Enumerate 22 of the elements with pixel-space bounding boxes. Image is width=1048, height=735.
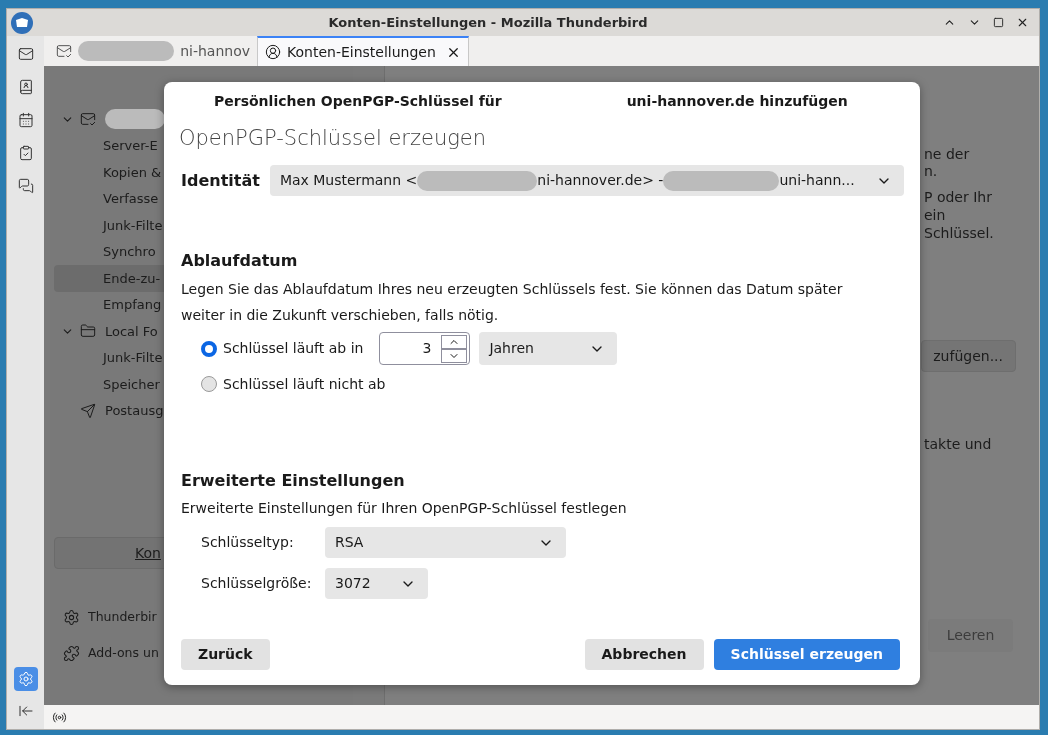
section-heading: Ablaufdatum bbox=[181, 250, 299, 271]
description-text: ne der n. bbox=[923, 146, 971, 180]
section-description: Erweiterte Einstellungen für Ihren OpenPGP-Schlüssel festlegen bbox=[181, 499, 628, 518]
tab-label: Konten-Einstellungen bbox=[287, 42, 436, 62]
tab-label: ni-hannov bbox=[180, 41, 250, 61]
dialog-heading: Persönlichen OpenPGP-Schlüssel für bbox=[214, 91, 502, 111]
dialog-title: OpenPGP-Schlüssel erzeugen bbox=[179, 125, 488, 152]
tree-label: Local Fo bbox=[105, 322, 158, 341]
field-label: Identität bbox=[181, 169, 260, 192]
dialog-heading: uni-hannover.de hinzufügen bbox=[626, 91, 848, 111]
section-heading: Erweiterte Einstellungen bbox=[181, 470, 406, 491]
section-description: Legen Sie das Ablaufdatum Ihres neu erzeugten Schlüssels fest. Sie können das Datum später weiter in die Zukunft verschieben, falls nötig. bbox=[181, 280, 844, 325]
dropdown-value: ni-hannover.de> - bbox=[537, 171, 664, 190]
description-text: P oder Ihr ein Schlüssel. bbox=[923, 188, 995, 242]
description-text: takte und bbox=[923, 435, 993, 454]
field-label: Schlüsseltyp: bbox=[201, 533, 295, 552]
window-title: Konten-Einstellungen - Mozilla Thunderbird bbox=[327, 13, 649, 32]
field-label: Schlüsselgröße: bbox=[201, 574, 313, 593]
dropdown-value: Max Mustermann < bbox=[279, 171, 418, 190]
dropdown-value: uni-hann... bbox=[779, 171, 855, 190]
field-value: 3 bbox=[421, 339, 433, 358]
tree-label: Postausg bbox=[105, 402, 164, 420]
